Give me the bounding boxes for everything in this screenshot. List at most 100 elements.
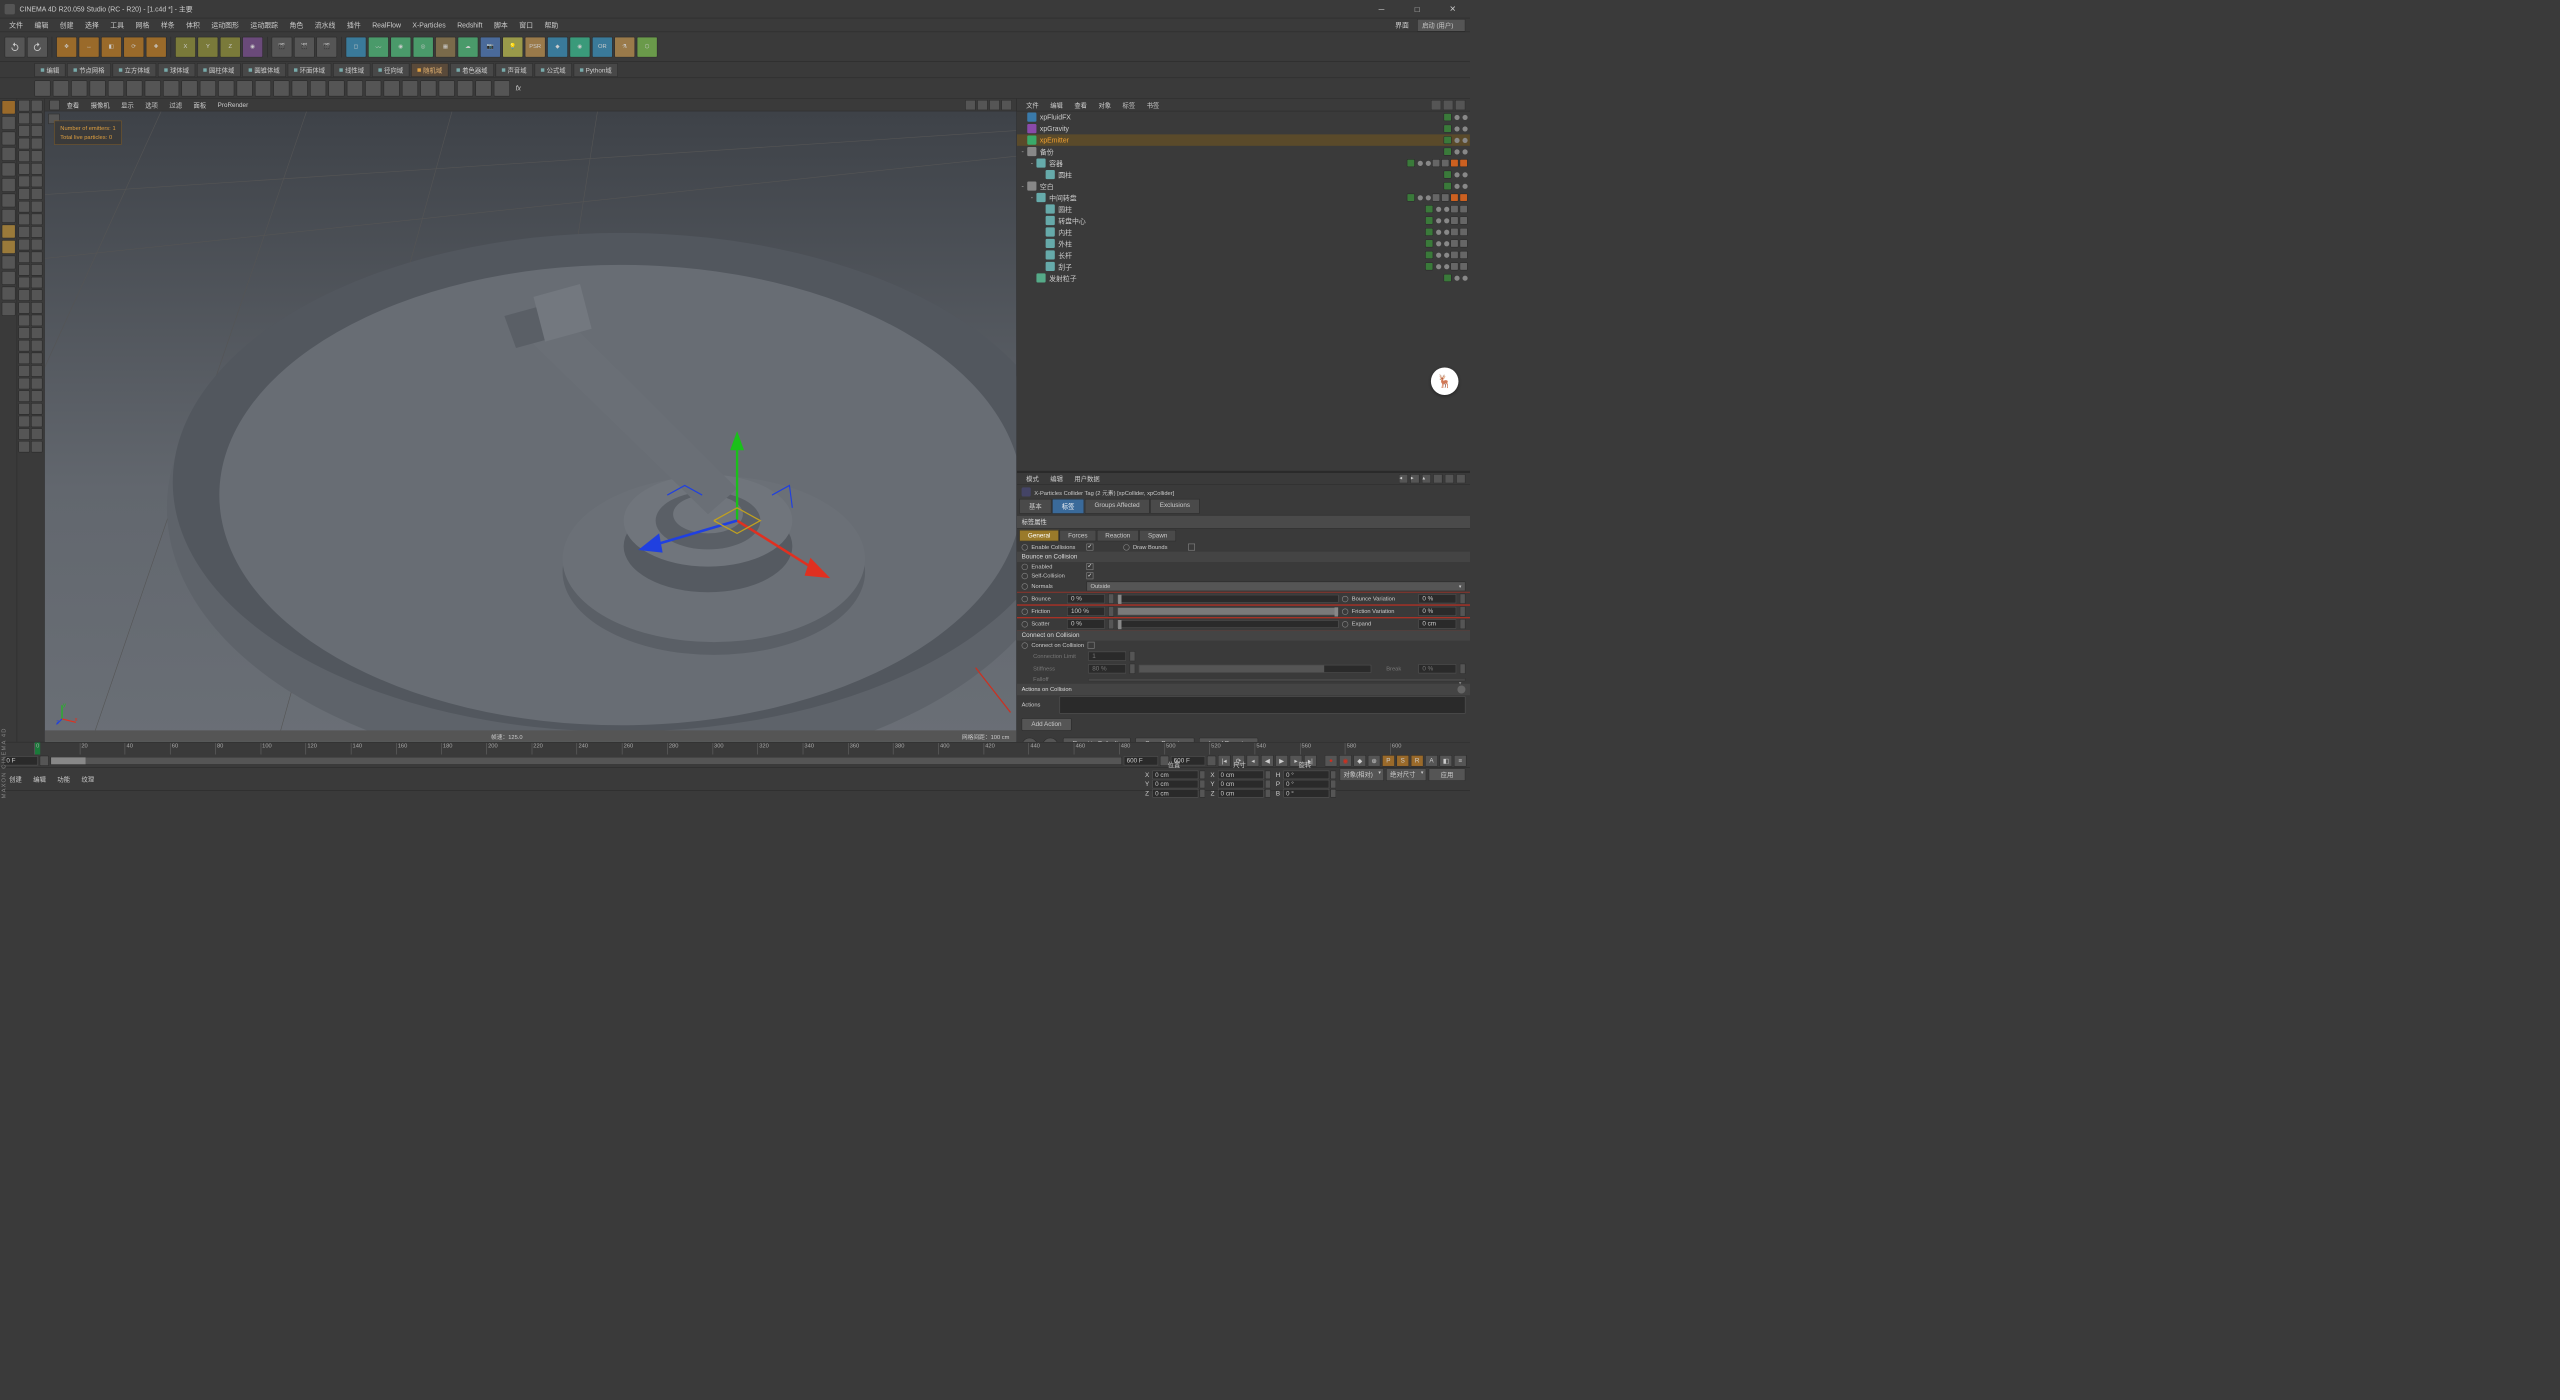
snap-33[interactable] [31,302,42,313]
vis-render-icon[interactable] [1444,218,1449,223]
vis-render-icon[interactable] [1462,149,1467,154]
add-cube[interactable]: ◻ [346,36,367,57]
xp-4[interactable]: ⚗ [614,36,635,57]
snap-18[interactable] [18,214,29,225]
mode-l[interactable] [2,225,16,239]
spinner-icon[interactable] [1460,594,1466,604]
menu-编辑[interactable]: 编辑 [29,773,51,784]
bounce-field[interactable] [1067,594,1105,603]
subtool-21[interactable] [420,80,436,96]
field-chip-13[interactable]: Python域 [574,63,618,77]
coord-space-dropdown[interactable]: 对象(相对) [1339,768,1383,781]
field-chip-11[interactable]: 声音域 [496,63,533,77]
attr-nav-next[interactable]: ▸ [1410,474,1419,483]
snap-55[interactable] [31,441,42,452]
snap-49[interactable] [31,403,42,414]
conn-limit-field[interactable] [1088,652,1126,661]
vis-editor-icon[interactable] [1454,149,1459,154]
subtool-13[interactable] [273,80,289,96]
menu-工具[interactable]: 工具 [106,18,129,31]
render-settings[interactable]: 🎬 [316,36,337,57]
field-chip-8[interactable]: 径向域 [372,63,409,77]
menu-流水线[interactable]: 流水线 [310,18,340,31]
menu-选择[interactable]: 选择 [80,18,103,31]
snap-36[interactable] [18,327,29,338]
vis-render-icon[interactable] [1462,126,1467,131]
layer-tag[interactable] [1444,113,1452,121]
add-nurbs[interactable]: ◉ [390,36,411,57]
vis-editor-icon[interactable] [1418,195,1423,200]
psr-button[interactable]: PSR [525,36,546,57]
layer-tag[interactable] [1444,148,1452,156]
vis-editor-icon[interactable] [1454,172,1459,177]
vis-render-icon[interactable] [1426,160,1431,165]
model-mode[interactable] [2,100,16,114]
object-tag[interactable] [1450,205,1458,213]
object-manager[interactable]: xpFluidFXxpGravityxpEmitter-备份-容器圆柱-空白-中… [1017,111,1470,473]
field-chip-12[interactable]: 公式域 [535,63,572,77]
object-tag[interactable] [1460,262,1468,270]
menu-过滤[interactable]: 过滤 [165,99,187,110]
layer-tag[interactable] [1444,125,1452,133]
snap-27[interactable] [31,264,42,275]
friction-slider[interactable] [1117,608,1338,616]
object-row-刮子[interactable]: 刮子 [1017,261,1470,272]
menu-创建[interactable]: 创建 [5,773,27,784]
stiffness-field[interactable] [1088,664,1126,673]
subtool-11[interactable] [237,80,253,96]
break-field[interactable] [1418,664,1456,673]
layer-tag[interactable] [1425,251,1433,259]
expand-field[interactable] [1418,620,1456,629]
subtool-24[interactable] [475,80,491,96]
viewport-pin-icon[interactable] [49,100,59,110]
snap-53[interactable] [31,428,42,439]
subtool-4[interactable] [108,80,124,96]
snap-21[interactable] [31,226,42,237]
help-icon[interactable] [1022,738,1038,742]
snap-2[interactable] [18,113,29,124]
snap-35[interactable] [31,315,42,326]
menu-网格[interactable]: 网格 [131,18,154,31]
snap-23[interactable] [31,239,42,250]
snap-39[interactable] [31,340,42,351]
object-tag[interactable] [1460,216,1468,224]
mode-7[interactable] [2,194,16,208]
object-tag[interactable] [1441,194,1449,202]
snap-28[interactable] [18,277,29,288]
friction-field[interactable] [1067,607,1105,616]
menu-角色[interactable]: 角色 [285,18,308,31]
field-chip-2[interactable]: 立方体域 [113,63,157,77]
spinner-icon[interactable] [1129,651,1135,661]
undo-button[interactable] [5,36,26,57]
menu-文件[interactable]: 文件 [1022,99,1044,110]
subtool-20[interactable] [402,80,418,96]
attr-new-icon[interactable] [1445,474,1454,483]
menu-运动图形[interactable]: 运动图形 [207,18,244,31]
om-filter-icon[interactable] [1443,100,1453,110]
snap-15[interactable] [31,188,42,199]
xp-5[interactable]: ⬡ [637,36,658,57]
snap-32[interactable] [18,302,29,313]
spinner-icon[interactable] [1108,619,1114,629]
scatter-slider[interactable] [1117,620,1338,628]
object-tag[interactable] [1450,251,1458,259]
draw-bounds-checkbox[interactable] [1188,544,1195,551]
spinner-icon[interactable] [1129,664,1135,674]
add-deformer[interactable]: ▦ [435,36,456,57]
object-row-空白[interactable]: -空白 [1017,180,1470,191]
spinner-icon[interactable] [1330,771,1336,780]
menu-编辑[interactable]: 编辑 [30,18,53,31]
tex-mode[interactable] [2,116,16,130]
subtool-16[interactable] [328,80,344,96]
menu-X-Particles[interactable]: X-Particles [408,19,450,30]
menu-编辑[interactable]: 编辑 [1046,473,1068,484]
snap-50[interactable] [18,416,29,427]
snap-14[interactable] [18,188,29,199]
menu-查看[interactable]: 查看 [1070,99,1092,110]
object-row-圆柱[interactable]: 圆柱 [1017,203,1470,214]
attr-nav-prev[interactable]: ◂ [1399,474,1408,483]
vis-editor-icon[interactable] [1454,138,1459,143]
z-axis-lock[interactable]: Z [220,36,241,57]
snap-30[interactable] [18,289,29,300]
attr-nav-up[interactable]: ▴ [1422,474,1431,483]
